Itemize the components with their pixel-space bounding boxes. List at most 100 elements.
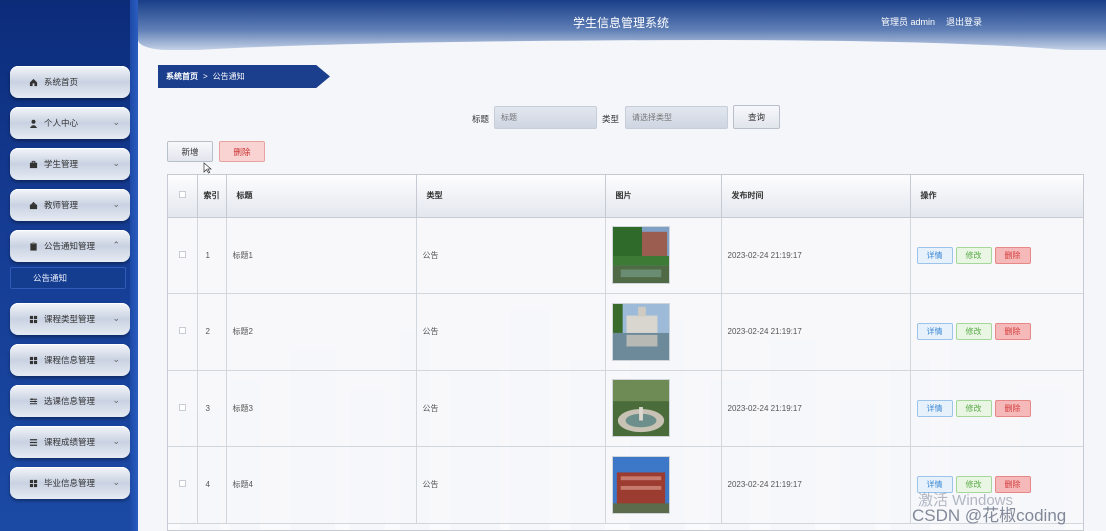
sidebar-item-course-grades[interactable]: 课程成绩管理 ⌄ — [10, 426, 130, 458]
detail-button[interactable]: 详情 — [916, 399, 953, 417]
row-publish-time: 2023-02-24 21:19:17 — [721, 217, 911, 294]
row-publish-time: 2023-02-24 21:19:17 — [721, 370, 911, 447]
campus-trees-pond-image[interactable] — [611, 226, 670, 285]
list-icon — [28, 437, 38, 447]
row-publish-time: 2023-02-24 21:19:17 — [721, 293, 911, 371]
row-checkbox[interactable] — [178, 250, 186, 258]
sidebar-item-label: 系统首页 — [44, 77, 79, 87]
delete-button[interactable]: 删除 — [994, 399, 1031, 417]
title-filter-label: 标题 — [472, 114, 490, 124]
sidebar: 系统首页 个人中心 ⌄ 学生管理 ⌄ 教师管理 ⌄ 公告通知管理 ⌃ 公告通知 … — [0, 0, 138, 531]
row-image-cell — [605, 293, 722, 371]
detail-button[interactable]: 详情 — [916, 246, 953, 264]
header-wave — [138, 40, 1106, 58]
column-header-time: 发布时间 — [721, 175, 911, 218]
csdn-watermark: CSDN @花椒coding — [912, 506, 1067, 525]
row-select-cell — [168, 293, 198, 371]
row-actions: 详情 修改 删除 — [910, 217, 1083, 294]
column-header-image: 图片 — [605, 175, 722, 218]
type-filter-label: 类型 — [602, 114, 620, 124]
sidebar-item-home[interactable]: 系统首页 — [10, 66, 130, 98]
column-header-actions: 操作 — [910, 175, 1083, 218]
table-row: 1 标题1 公告 2023-02-24 21:19:17 详情 修改 删除 — [168, 217, 1083, 294]
sidebar-item-notice-management[interactable]: 公告通知管理 ⌃ — [10, 230, 130, 262]
current-user: 管理员 admin — [881, 17, 936, 27]
sidebar-item-label: 课程信息管理 — [44, 355, 96, 365]
chevron-down-icon: ⌄ — [112, 117, 120, 127]
user-icon — [28, 118, 38, 128]
sliders-icon — [28, 396, 38, 406]
page-title: 学生信息管理系统 — [573, 16, 670, 30]
sidebar-item-label: 教师管理 — [44, 200, 79, 210]
chevron-down-icon: ⌄ — [112, 395, 120, 405]
sidebar-item-graduation[interactable]: 毕业信息管理 ⌄ — [10, 467, 130, 499]
select-all-checkbox[interactable] — [178, 191, 186, 199]
clipboard-icon — [28, 241, 38, 251]
notice-table: 索引 标题 类型 图片 发布时间 操作 1 标题1 公告 2023-02-24 … — [167, 174, 1084, 531]
type-select[interactable] — [625, 106, 728, 129]
select-all-header — [168, 175, 198, 218]
chevron-down-icon: ⌄ — [112, 158, 120, 168]
sidebar-item-personal-center[interactable]: 个人中心 ⌄ — [10, 107, 130, 139]
row-checkbox[interactable] — [178, 480, 186, 488]
sidebar-item-label: 课程类型管理 — [44, 314, 96, 324]
row-image-cell — [605, 217, 722, 294]
row-image-cell — [605, 370, 722, 447]
teacher-icon — [28, 200, 38, 210]
row-actions: 详情 修改 删除 — [910, 293, 1083, 371]
row-title: 标题4 — [226, 446, 417, 524]
breadcrumb: 系统首页 > 公告通知 — [158, 65, 330, 88]
add-button[interactable]: 新增 — [167, 141, 213, 162]
edit-button[interactable]: 修改 — [955, 323, 992, 341]
column-header-title: 标题 — [226, 175, 417, 218]
sidebar-item-label: 公告通知管理 — [44, 241, 96, 251]
grid-icon — [28, 478, 38, 488]
row-actions: 详情 修改 删除 — [910, 370, 1083, 447]
row-index: 4 — [197, 446, 227, 524]
delete-button[interactable]: 删除 — [994, 323, 1031, 341]
edit-button[interactable]: 修改 — [955, 399, 992, 417]
briefcase-icon — [28, 159, 38, 169]
campus-fountain-image[interactable] — [611, 379, 670, 438]
sidebar-item-label: 选课信息管理 — [44, 396, 96, 406]
chevron-down-icon: ⌄ — [112, 199, 120, 209]
batch-delete-button[interactable]: 删除 — [219, 141, 265, 162]
row-checkbox[interactable] — [178, 403, 186, 411]
sidebar-item-course-selection[interactable]: 选课信息管理 ⌄ — [10, 385, 130, 417]
sidebar-subitem-notice[interactable]: 公告通知 — [10, 267, 126, 289]
table-row: 2 标题2 公告 2023-02-24 21:19:17 详情 修改 删除 — [168, 293, 1083, 371]
row-title: 标题3 — [226, 370, 417, 447]
sidebar-item-course-info[interactable]: 课程信息管理 ⌄ — [10, 344, 130, 376]
logout-link[interactable]: 退出登录 — [946, 15, 982, 28]
chevron-down-icon: ⌄ — [112, 354, 120, 364]
breadcrumb-home[interactable]: 系统首页 — [166, 71, 198, 82]
sidebar-item-student[interactable]: 学生管理 ⌄ — [10, 148, 130, 180]
grid-icon — [28, 314, 38, 324]
grid-icon — [28, 355, 38, 365]
sidebar-menu: 系统首页 个人中心 ⌄ 学生管理 ⌄ 教师管理 ⌄ 公告通知管理 ⌃ 公告通知 … — [10, 66, 130, 508]
row-index: 3 — [197, 370, 227, 447]
row-image-cell — [605, 446, 722, 524]
chevron-up-icon: ⌃ — [112, 240, 120, 250]
title-search-input[interactable] — [494, 106, 597, 129]
breadcrumb-current: 公告通知 — [212, 72, 245, 81]
detail-button[interactable]: 详情 — [916, 323, 953, 341]
row-checkbox[interactable] — [178, 327, 186, 335]
breadcrumb-separator: > — [203, 72, 208, 81]
row-type: 公告 — [416, 293, 606, 371]
sidebar-item-course-type[interactable]: 课程类型管理 ⌄ — [10, 303, 130, 335]
row-type: 公告 — [416, 370, 606, 447]
sidebar-item-label: 课程成绩管理 — [44, 437, 96, 447]
row-select-cell — [168, 370, 198, 447]
delete-button[interactable]: 删除 — [994, 246, 1031, 264]
campus-red-building-image[interactable] — [611, 455, 670, 514]
row-select-cell — [168, 217, 198, 294]
edit-button[interactable]: 修改 — [955, 246, 992, 264]
table-row: 3 标题3 公告 2023-02-24 21:19:17 详情 修改 删除 — [168, 370, 1083, 447]
header: 学生信息管理系统 管理员 admin 退出登录 — [138, 0, 1106, 58]
campus-building-reflection-image[interactable] — [611, 302, 670, 361]
home-icon — [28, 77, 38, 87]
sidebar-item-label: 个人中心 — [44, 118, 79, 128]
search-button[interactable]: 查询 — [733, 105, 780, 129]
sidebar-item-teacher[interactable]: 教师管理 ⌄ — [10, 189, 130, 221]
